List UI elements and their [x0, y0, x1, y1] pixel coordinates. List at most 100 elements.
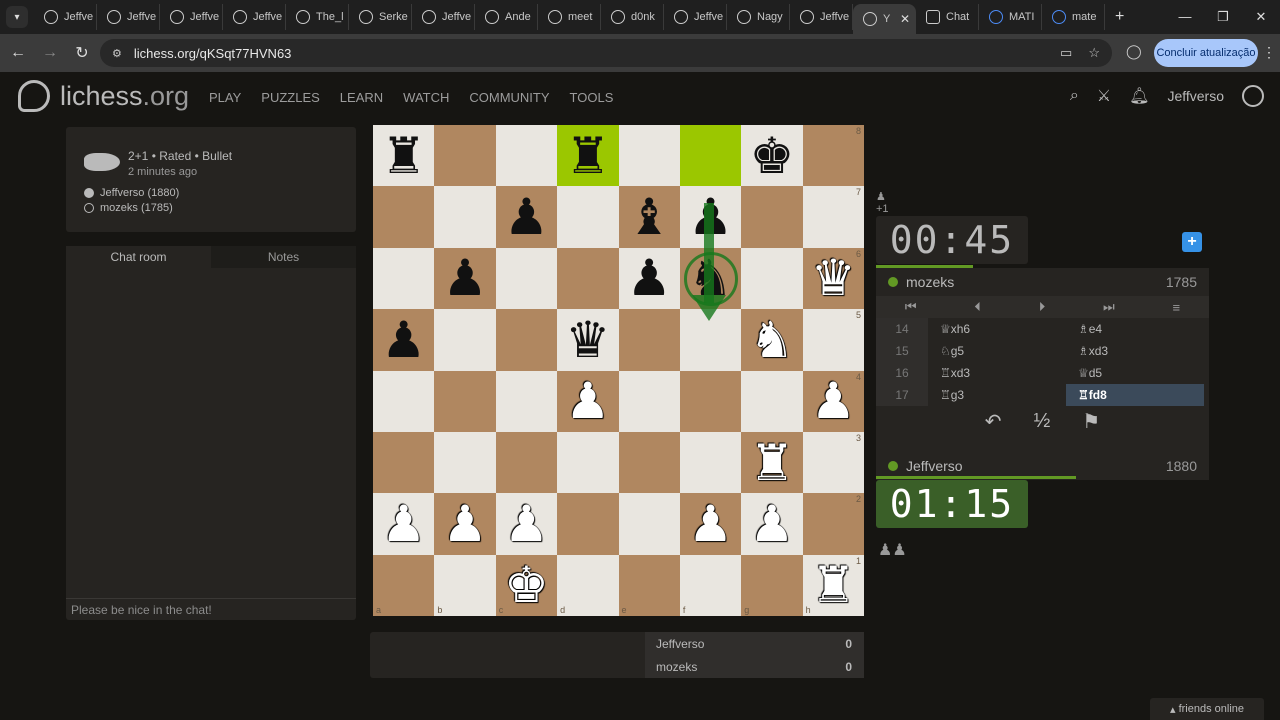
white-pawn-piece[interactable]: ♟ — [688, 499, 733, 549]
score-player[interactable]: mozeks — [656, 660, 697, 674]
tab-notes[interactable]: Notes — [211, 246, 356, 268]
square-h6[interactable]: ♛ 6 — [802, 247, 864, 310]
square-f2[interactable]: ♟ — [679, 493, 742, 555]
square-b4[interactable] — [434, 370, 496, 432]
square-g7[interactable] — [741, 186, 803, 248]
black-pawn-piece[interactable]: ♟ — [504, 192, 549, 242]
browser-tab[interactable]: Chat — [916, 4, 979, 30]
square-d7[interactable] — [557, 186, 619, 248]
square-f8[interactable] — [679, 125, 742, 187]
nav-tools[interactable]: TOOLS — [570, 90, 614, 105]
browser-tab[interactable]: Jeffve — [34, 4, 97, 30]
square-a4[interactable] — [373, 370, 435, 432]
white-pawn-piece[interactable]: ♟ — [443, 499, 488, 549]
black-rook-piece[interactable]: ♜ — [381, 131, 426, 181]
square-g1[interactable]: g — [741, 554, 803, 616]
last-move-button[interactable]: ⏭ — [1103, 299, 1115, 315]
square-g3[interactable]: ♜ — [741, 431, 803, 494]
black-pawn-piece[interactable]: ♟ — [381, 315, 426, 365]
black-rook-piece[interactable]: ♜ — [565, 131, 610, 181]
square-c7[interactable]: ♟ — [495, 186, 558, 248]
square-e5[interactable] — [618, 309, 680, 371]
site-info-icon[interactable]: ⚙ — [112, 47, 122, 60]
white-move[interactable]: ♖xd3 — [928, 366, 1066, 380]
square-f4[interactable] — [679, 370, 742, 432]
square-c8[interactable] — [495, 125, 558, 187]
square-h7[interactable]: 7 — [802, 186, 864, 248]
square-h1[interactable]: ♜ 1 h — [802, 554, 864, 616]
chat-input[interactable]: Please be nice in the chat! — [66, 598, 356, 620]
browser-tab[interactable]: Jeffve — [790, 4, 853, 30]
friends-online-button[interactable]: ▴ friends online — [1150, 698, 1264, 720]
browser-tab[interactable]: MATI — [979, 4, 1042, 30]
square-g8[interactable]: ♚ — [741, 125, 803, 187]
black-pawn-piece[interactable]: ♟ — [627, 253, 672, 303]
nav-community[interactable]: COMMUNITY — [469, 90, 549, 105]
square-c6[interactable] — [495, 247, 558, 310]
square-a1[interactable]: a — [373, 554, 435, 616]
square-b7[interactable] — [434, 186, 496, 248]
square-d8[interactable]: ♜ — [557, 125, 619, 187]
white-knight-piece[interactable]: ♞ — [750, 315, 795, 365]
square-e4[interactable] — [618, 370, 680, 432]
square-c3[interactable] — [495, 431, 558, 494]
white-pawn-piece[interactable]: ♟ — [811, 376, 856, 426]
square-g4[interactable] — [741, 370, 803, 432]
nav-play[interactable]: PLAY — [209, 90, 241, 105]
browser-tab[interactable]: Jeffve — [97, 4, 160, 30]
back-button[interactable]: ← — [4, 44, 32, 62]
nav-learn[interactable]: LEARN — [340, 90, 383, 105]
square-e1[interactable]: e — [618, 554, 680, 616]
square-b5[interactable] — [434, 309, 496, 371]
black-move[interactable]: ♕d5 — [1066, 366, 1204, 380]
url-text[interactable]: lichess.org/qKSqt77HVN63 — [134, 46, 292, 61]
white-rook-piece[interactable]: ♜ — [750, 438, 795, 488]
square-a7[interactable] — [373, 186, 435, 248]
square-g5[interactable]: ♞ — [741, 309, 803, 371]
white-pawn-piece[interactable]: ♟ — [504, 499, 549, 549]
reload-button[interactable]: ↻ — [68, 43, 96, 63]
browser-tab[interactable]: Y ✕ — [853, 4, 916, 34]
install-app-icon[interactable]: ▭ — [1060, 45, 1072, 61]
offer-draw-button[interactable]: ½ — [1034, 410, 1051, 433]
black-king-piece[interactable]: ♚ — [750, 131, 795, 181]
square-a3[interactable] — [373, 431, 435, 494]
prev-move-button[interactable]: ⏴ — [974, 299, 981, 315]
square-a5[interactable]: ♟ — [373, 309, 435, 371]
resign-flag-button[interactable]: ⚑ — [1082, 409, 1100, 434]
update-button[interactable]: Concluir atualização — [1154, 39, 1258, 67]
browser-tab[interactable]: meet — [538, 4, 601, 30]
omnibox[interactable]: ⚙ lichess.org/qKSqt77HVN63 ▭ ☆ — [100, 39, 1112, 67]
user-menu[interactable]: Jeffverso — [1167, 88, 1224, 104]
white-pawn-piece[interactable]: ♟ — [750, 499, 795, 549]
new-tab-button[interactable]: + — [1115, 8, 1124, 26]
square-b6[interactable]: ♟ — [434, 247, 496, 310]
black-move[interactable]: ♗xd3 — [1066, 344, 1204, 358]
black-player-link[interactable]: mozeks (1785) — [100, 202, 173, 214]
square-d6[interactable] — [557, 247, 619, 310]
square-f3[interactable] — [679, 431, 742, 494]
square-b1[interactable]: b — [434, 554, 496, 616]
white-rook-piece[interactable]: ♜ — [811, 560, 856, 610]
square-f1[interactable]: f — [679, 554, 742, 616]
search-icon[interactable]: ⌕ — [1070, 87, 1079, 105]
my-name[interactable]: Jeffverso — [906, 458, 963, 474]
square-a8[interactable]: ♜ — [373, 125, 435, 187]
tab-search-button[interactable]: ▾ — [6, 6, 28, 28]
square-e8[interactable] — [618, 125, 680, 187]
user-avatar-icon[interactable] — [1242, 85, 1264, 107]
browser-tab[interactable]: Ande — [475, 4, 538, 30]
white-pawn-piece[interactable]: ♟ — [565, 376, 610, 426]
browser-tab[interactable]: Jeffve — [664, 4, 727, 30]
score-player[interactable]: Jeffverso — [656, 637, 704, 651]
white-pawn-piece[interactable]: ♟ — [381, 499, 426, 549]
opponent-name[interactable]: mozeks — [906, 274, 954, 290]
white-move[interactable]: ♖g3 — [928, 388, 1066, 402]
close-window-button[interactable]: ✕ — [1242, 9, 1280, 25]
white-move[interactable]: ♕xh6 — [928, 322, 1066, 336]
black-queen-piece[interactable]: ♛ — [565, 315, 610, 365]
square-e3[interactable] — [618, 431, 680, 494]
square-e2[interactable] — [618, 493, 680, 555]
black-move[interactable]: ♖fd8 — [1066, 384, 1204, 406]
white-king-piece[interactable]: ♚ — [504, 560, 549, 610]
